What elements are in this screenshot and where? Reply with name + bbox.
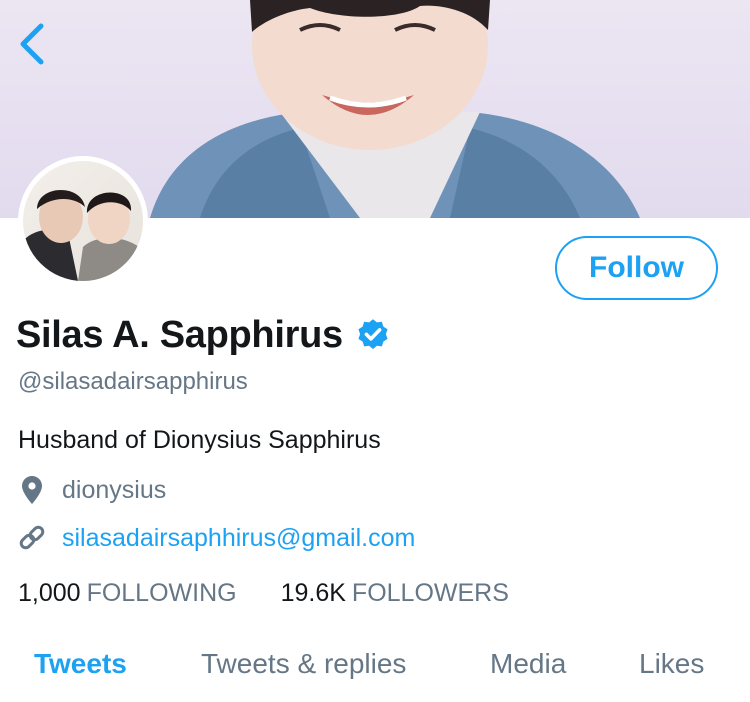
link-icon	[18, 522, 46, 554]
tab-tweets-and-replies[interactable]: Tweets & replies	[201, 648, 406, 680]
display-name: Silas A. Sapphirus	[16, 313, 343, 356]
bio: Husband of Dionysius Sapphirus	[18, 426, 381, 454]
followers-count: 19.6K	[280, 578, 346, 607]
follow-stats: 1,000 FOLLOWING 19.6K FOLLOWERS	[18, 576, 509, 610]
follow-button[interactable]: Follow	[555, 236, 718, 300]
tab-tweets[interactable]: Tweets	[34, 648, 127, 680]
profile-link[interactable]: silasadairsaphhirus@gmail.com	[62, 524, 415, 553]
tab-likes[interactable]: Likes	[639, 648, 704, 680]
avatar[interactable]	[18, 156, 148, 286]
location-text: dionysius	[62, 475, 167, 504]
chevron-left-icon	[20, 23, 44, 65]
location-pin-icon	[18, 474, 46, 506]
followers-label: FOLLOWERS	[351, 578, 509, 607]
followers-stat[interactable]: 19.6K FOLLOWERS	[281, 579, 509, 608]
back-button[interactable]	[12, 20, 52, 68]
verified-badge-icon	[358, 319, 388, 349]
avatar-photo	[23, 161, 143, 281]
location-row: dionysius	[18, 472, 166, 508]
profile-tabs: Tweets Tweets & replies Media Likes	[0, 640, 750, 702]
handle: @silasadairsapphirus	[18, 368, 248, 395]
name-row: Silas A. Sapphirus	[16, 310, 391, 360]
following-label: FOLLOWING	[86, 578, 237, 607]
tab-media[interactable]: Media	[490, 648, 566, 680]
following-stat[interactable]: 1,000 FOLLOWING	[18, 579, 237, 608]
following-count: 1,000	[18, 578, 81, 607]
link-row[interactable]: silasadairsaphhirus@gmail.com	[18, 520, 415, 556]
